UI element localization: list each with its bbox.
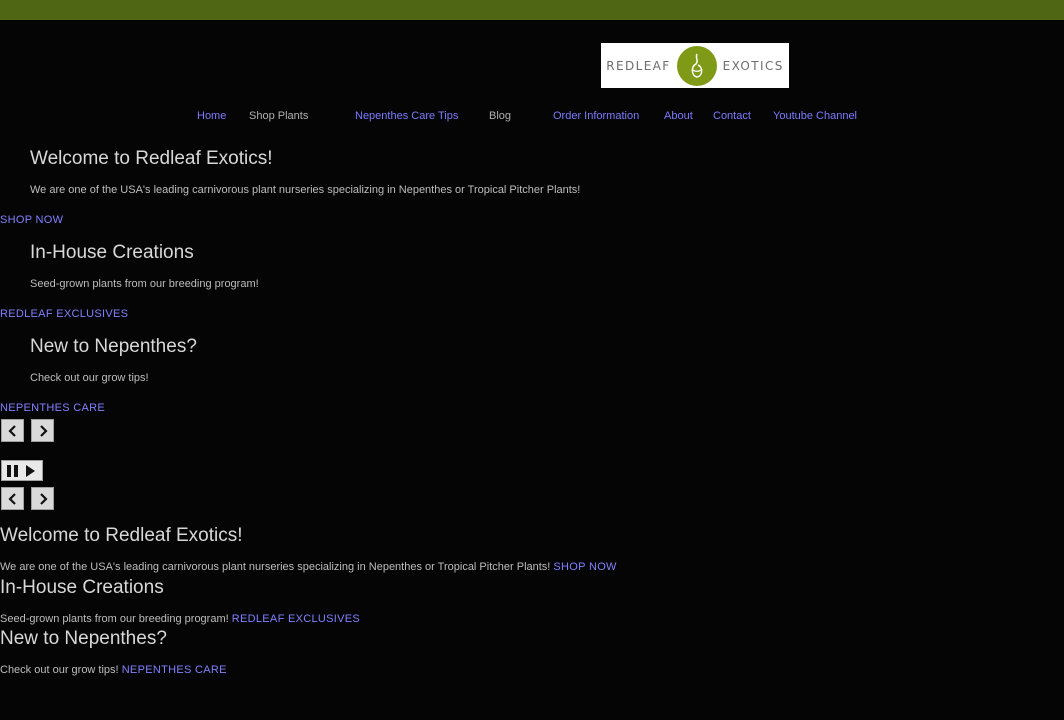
- slide-2-cta[interactable]: REDLEAF EXCLUSIVES: [0, 308, 128, 320]
- logo-text-right: EXOTICS: [722, 58, 784, 73]
- slide-2-title: In-House Creations: [30, 242, 194, 263]
- logo-pitcher-icon: [676, 45, 717, 86]
- chevron-right-icon: [39, 424, 48, 437]
- slider-prev-button-2[interactable]: [1, 487, 24, 510]
- chevron-right-icon: [39, 492, 48, 505]
- slide-1-cta-inline[interactable]: SHOP NOW: [553, 561, 616, 573]
- slider-pause-play-button[interactable]: [1, 460, 43, 481]
- slide-1-text-inline: We are one of the USA's leading carnivor…: [0, 561, 551, 573]
- slide-2-cta-inline[interactable]: REDLEAF EXCLUSIVES: [232, 613, 360, 625]
- slide-2-text-inline: Seed-grown plants from our breeding prog…: [0, 613, 229, 625]
- slide-3-line: Check out our grow tips! NEPENTHES CARE: [0, 664, 227, 676]
- logo-text-left: REDLEAF: [606, 58, 671, 73]
- slide-3-cta-inline[interactable]: NEPENTHES CARE: [122, 664, 227, 676]
- slide-3-text: Check out our grow tips!: [30, 372, 149, 384]
- nav-youtube-channel[interactable]: Youtube Channel: [773, 110, 857, 122]
- pause-play-icon: [7, 464, 35, 477]
- slider-prev-button[interactable]: [1, 419, 24, 442]
- nav-blog[interactable]: Blog: [489, 110, 511, 122]
- nav-order-information[interactable]: Order Information: [553, 110, 639, 122]
- slide-3-cta[interactable]: NEPENTHES CARE: [0, 402, 105, 414]
- slide-3-title: New to Nepenthes?: [30, 336, 197, 357]
- nav-about[interactable]: About: [664, 110, 693, 122]
- slider-next-button-2[interactable]: [31, 487, 54, 510]
- slide-1-cta[interactable]: SHOP NOW: [0, 214, 63, 226]
- slide-3-title-inline: New to Nepenthes?: [0, 628, 167, 649]
- nav-contact[interactable]: Contact: [713, 110, 751, 122]
- nav-home[interactable]: Home: [197, 110, 226, 122]
- chevron-left-icon: [7, 424, 16, 437]
- nav-nepenthes-care-tips[interactable]: Nepenthes Care Tips: [355, 110, 458, 122]
- main-nav: Home Shop Plants Nepenthes Care Tips Blo…: [0, 110, 1064, 124]
- nav-shop-plants[interactable]: Shop Plants: [249, 110, 308, 122]
- slide-1-title: Welcome to Redleaf Exotics!: [30, 148, 273, 169]
- slide-2-text: Seed-grown plants from our breeding prog…: [30, 278, 259, 290]
- slide-2-line: Seed-grown plants from our breeding prog…: [0, 613, 360, 625]
- top-bar: [0, 0, 1064, 20]
- slide-1-line: We are one of the USA's leading carnivor…: [0, 561, 617, 573]
- site-logo[interactable]: REDLEAF EXOTICS: [601, 43, 789, 88]
- slide-1-text: We are one of the USA's leading carnivor…: [30, 184, 581, 196]
- slider-next-button[interactable]: [31, 419, 54, 442]
- slide-2-title-inline: In-House Creations: [0, 577, 164, 598]
- slide-3-text-inline: Check out our grow tips!: [0, 664, 119, 676]
- chevron-left-icon: [7, 492, 16, 505]
- slide-1-title-inline: Welcome to Redleaf Exotics!: [0, 525, 243, 546]
